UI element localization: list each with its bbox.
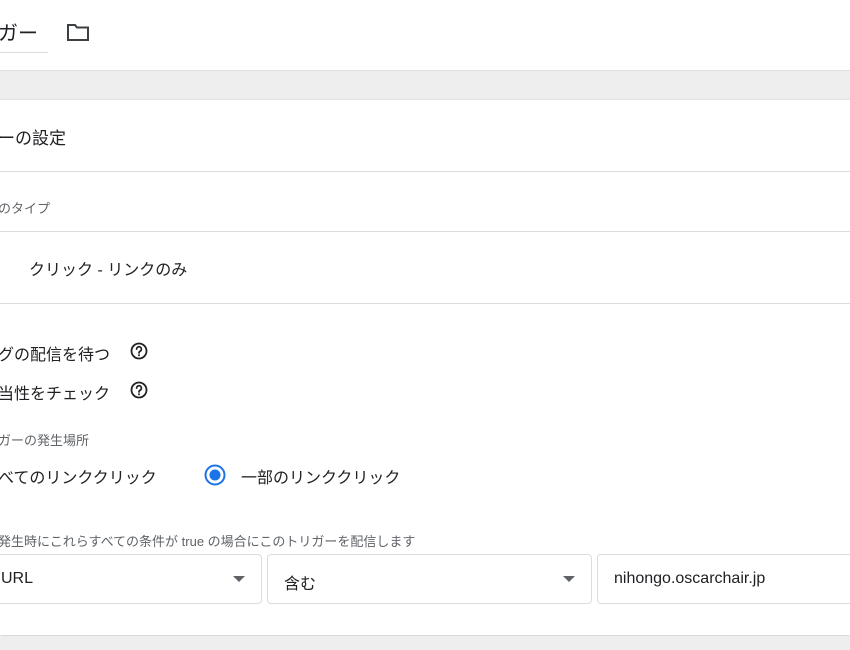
folder-icon[interactable] [66,22,90,42]
divider [0,231,850,232]
separator-band [0,70,850,101]
radio-some-clicks-label[interactable]: 一部のリンククリック [241,464,400,488]
help-icon[interactable] [130,381,148,399]
section-title: ーの設定 [0,129,66,148]
operator-select[interactable]: 含む [267,554,592,604]
page-title: ガー [0,23,38,45]
radio-all-clicks-label[interactable]: べてのリンククリック [0,464,157,488]
radio-some-clicks[interactable] [204,464,226,486]
condition-label: 発生時にこれらすべての条件が true の場合にこのトリガーを配信します [0,534,416,549]
value-input-text: nihongo.oscarchair.jp [614,570,766,587]
divider [0,303,850,304]
header: ガー [0,0,850,70]
chevron-down-icon [563,576,575,582]
title-underline [0,52,48,53]
divider [0,171,850,172]
variable-select[interactable]: URL [0,554,262,604]
trigger-type-label: のタイプ [0,201,51,216]
chevron-down-icon [233,576,245,582]
trigger-type-value[interactable]: クリック - リンクのみ [29,256,187,280]
check-validation-checkbox-label[interactable]: 当性をチェック [0,380,110,404]
fire-on-label: ガーの発生場所 [0,433,90,448]
operator-select-value: 含む [284,576,317,593]
wait-for-tags-checkbox-label[interactable]: グの配信を待つ [0,341,110,365]
bottom-background [0,636,850,650]
value-input[interactable]: nihongo.oscarchair.jp [597,554,850,604]
variable-select-value: URL [1,570,34,587]
help-icon[interactable] [130,342,148,360]
